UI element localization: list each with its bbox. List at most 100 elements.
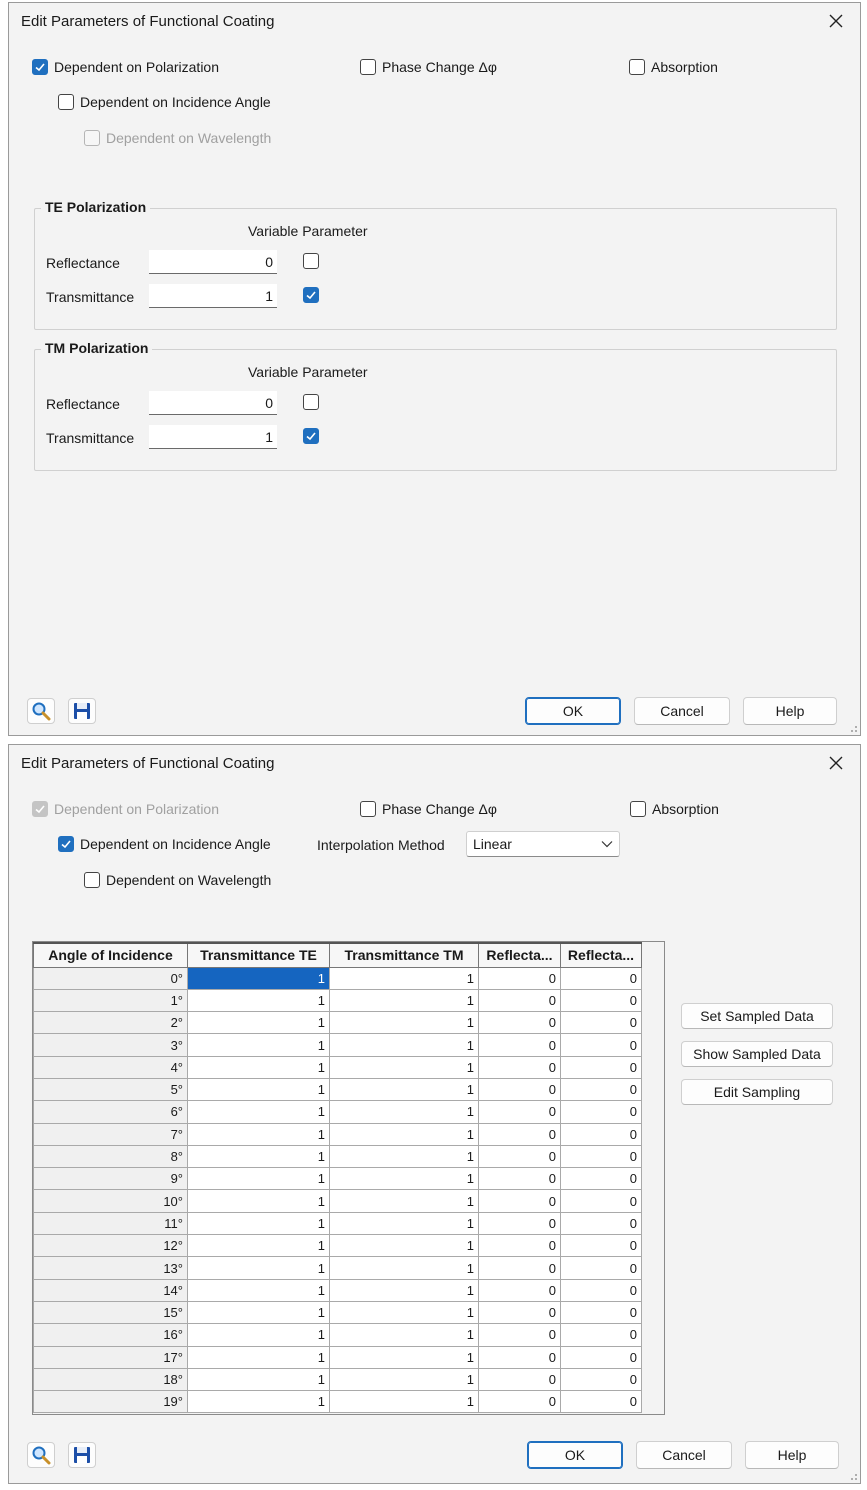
table-cell[interactable]: 0: [478, 988, 561, 1013]
table-cell[interactable]: 0: [560, 1300, 642, 1325]
table-cell[interactable]: 0: [478, 1144, 561, 1169]
table-cell[interactable]: 1: [329, 1011, 479, 1035]
table-cell[interactable]: 1: [329, 988, 479, 1013]
table-cell[interactable]: 0: [560, 1211, 642, 1236]
table-cell[interactable]: 1: [187, 966, 330, 990]
table-cell[interactable]: 1: [187, 1033, 330, 1057]
table-cell[interactable]: 0: [560, 1167, 642, 1191]
te-transmittance-input[interactable]: [149, 284, 277, 308]
table-cell[interactable]: 1: [187, 1345, 330, 1369]
table-cell[interactable]: 0: [560, 1011, 642, 1035]
table-cell[interactable]: 1: [329, 1122, 479, 1146]
table-cell[interactable]: 0: [478, 1367, 561, 1392]
table-cell[interactable]: 0: [560, 1055, 642, 1079]
table-cell[interactable]: 1: [187, 1077, 330, 1102]
table-cell[interactable]: 0: [478, 1011, 561, 1035]
table-cell[interactable]: 1: [187, 1167, 330, 1191]
table-cell[interactable]: 1: [329, 1234, 479, 1258]
close-button[interactable]: [824, 751, 848, 775]
ok-button[interactable]: OK: [525, 697, 621, 725]
tm-transmittance-variable-checkbox[interactable]: [303, 428, 325, 444]
table-cell[interactable]: 0: [560, 1077, 642, 1102]
table-cell[interactable]: 1: [187, 1256, 330, 1280]
help-button[interactable]: Help: [743, 697, 837, 725]
table-cell[interactable]: 1: [329, 1278, 479, 1302]
table-cell[interactable]: 0: [560, 988, 642, 1013]
table-cell[interactable]: 0: [560, 1189, 642, 1213]
table-cell[interactable]: 1: [187, 1323, 330, 1347]
table-cell[interactable]: 1: [187, 1122, 330, 1146]
table-cell[interactable]: 0: [560, 1256, 642, 1280]
table-cell[interactable]: 0: [560, 1278, 642, 1302]
column-header[interactable]: Reflecta...: [560, 942, 642, 968]
table-cell[interactable]: 0: [560, 1122, 642, 1146]
table-cell[interactable]: 1: [329, 1055, 479, 1079]
table-cell[interactable]: 0: [478, 1256, 561, 1280]
table-cell[interactable]: 0: [478, 1234, 561, 1258]
table-cell[interactable]: 1: [329, 1345, 479, 1369]
phase-change-checkbox[interactable]: Phase Change Δφ: [360, 801, 497, 817]
tm-transmittance-input[interactable]: [149, 425, 277, 449]
show-sampled-data-button[interactable]: Show Sampled Data: [681, 1041, 833, 1067]
tm-reflectance-input[interactable]: [149, 391, 277, 415]
absorption-checkbox[interactable]: Absorption: [630, 801, 719, 817]
table-cell[interactable]: 0: [560, 1100, 642, 1124]
table-cell[interactable]: 1: [187, 1100, 330, 1124]
resize-grip-icon[interactable]: [848, 723, 858, 733]
column-header[interactable]: Transmittance TM: [329, 942, 479, 968]
table-cell[interactable]: 1: [329, 1100, 479, 1124]
phase-change-checkbox[interactable]: Phase Change Δφ: [360, 59, 497, 75]
table-cell[interactable]: 1: [187, 1300, 330, 1325]
table-cell[interactable]: 0: [560, 1033, 642, 1057]
column-header[interactable]: Transmittance TE: [187, 942, 330, 968]
zoom-button[interactable]: [27, 1442, 55, 1468]
table-cell[interactable]: 1: [329, 1390, 479, 1414]
table-cell[interactable]: 1: [187, 1011, 330, 1035]
table-cell[interactable]: 0: [478, 1167, 561, 1191]
table-cell[interactable]: 0: [478, 1077, 561, 1102]
te-reflectance-input[interactable]: [149, 250, 277, 274]
table-cell[interactable]: 0: [478, 1122, 561, 1146]
te-reflectance-variable-checkbox[interactable]: [303, 253, 325, 269]
dependent-on-wavelength-checkbox[interactable]: Dependent on Wavelength: [84, 872, 271, 888]
table-cell[interactable]: 0: [478, 1211, 561, 1236]
cancel-button[interactable]: Cancel: [634, 697, 730, 725]
resize-grip-icon[interactable]: [848, 1471, 858, 1481]
table-cell[interactable]: 0: [478, 1100, 561, 1124]
column-header[interactable]: Angle of Incidence: [33, 942, 188, 968]
set-sampled-data-button[interactable]: Set Sampled Data: [681, 1003, 833, 1029]
table-cell[interactable]: 1: [329, 1189, 479, 1213]
edit-sampling-button[interactable]: Edit Sampling: [681, 1079, 833, 1105]
table-cell[interactable]: 1: [329, 1300, 479, 1325]
table-cell[interactable]: 0: [478, 966, 561, 990]
table-cell[interactable]: 1: [187, 1234, 330, 1258]
save-button[interactable]: [68, 1442, 96, 1468]
table-cell[interactable]: 1: [187, 1390, 330, 1414]
table-cell[interactable]: 1: [329, 1367, 479, 1392]
table-cell[interactable]: 0: [560, 1367, 642, 1392]
interpolation-method-select[interactable]: Linear: [466, 831, 620, 857]
table-cell[interactable]: 0: [560, 1144, 642, 1169]
table-cell[interactable]: 1: [329, 1167, 479, 1191]
table-cell[interactable]: 0: [478, 1189, 561, 1213]
te-transmittance-variable-checkbox[interactable]: [303, 287, 325, 303]
table-cell[interactable]: 1: [187, 1278, 330, 1302]
table-cell[interactable]: 0: [560, 966, 642, 990]
table-cell[interactable]: 0: [478, 1300, 561, 1325]
table-cell[interactable]: 0: [478, 1278, 561, 1302]
table-cell[interactable]: 0: [478, 1390, 561, 1414]
table-cell[interactable]: 1: [187, 1211, 330, 1236]
tm-reflectance-variable-checkbox[interactable]: [303, 394, 325, 410]
cancel-button[interactable]: Cancel: [636, 1441, 732, 1469]
help-button[interactable]: Help: [745, 1441, 839, 1469]
table-cell[interactable]: 0: [478, 1345, 561, 1369]
ok-button[interactable]: OK: [527, 1441, 623, 1469]
table-cell[interactable]: 1: [187, 1055, 330, 1079]
table-cell[interactable]: 0: [560, 1345, 642, 1369]
save-button[interactable]: [68, 698, 96, 724]
table-cell[interactable]: 1: [329, 1077, 479, 1102]
table-cell[interactable]: 0: [478, 1033, 561, 1057]
dependent-on-incidence-angle-checkbox[interactable]: Dependent on Incidence Angle: [58, 94, 271, 110]
absorption-checkbox[interactable]: Absorption: [629, 59, 718, 75]
close-button[interactable]: [824, 9, 848, 33]
